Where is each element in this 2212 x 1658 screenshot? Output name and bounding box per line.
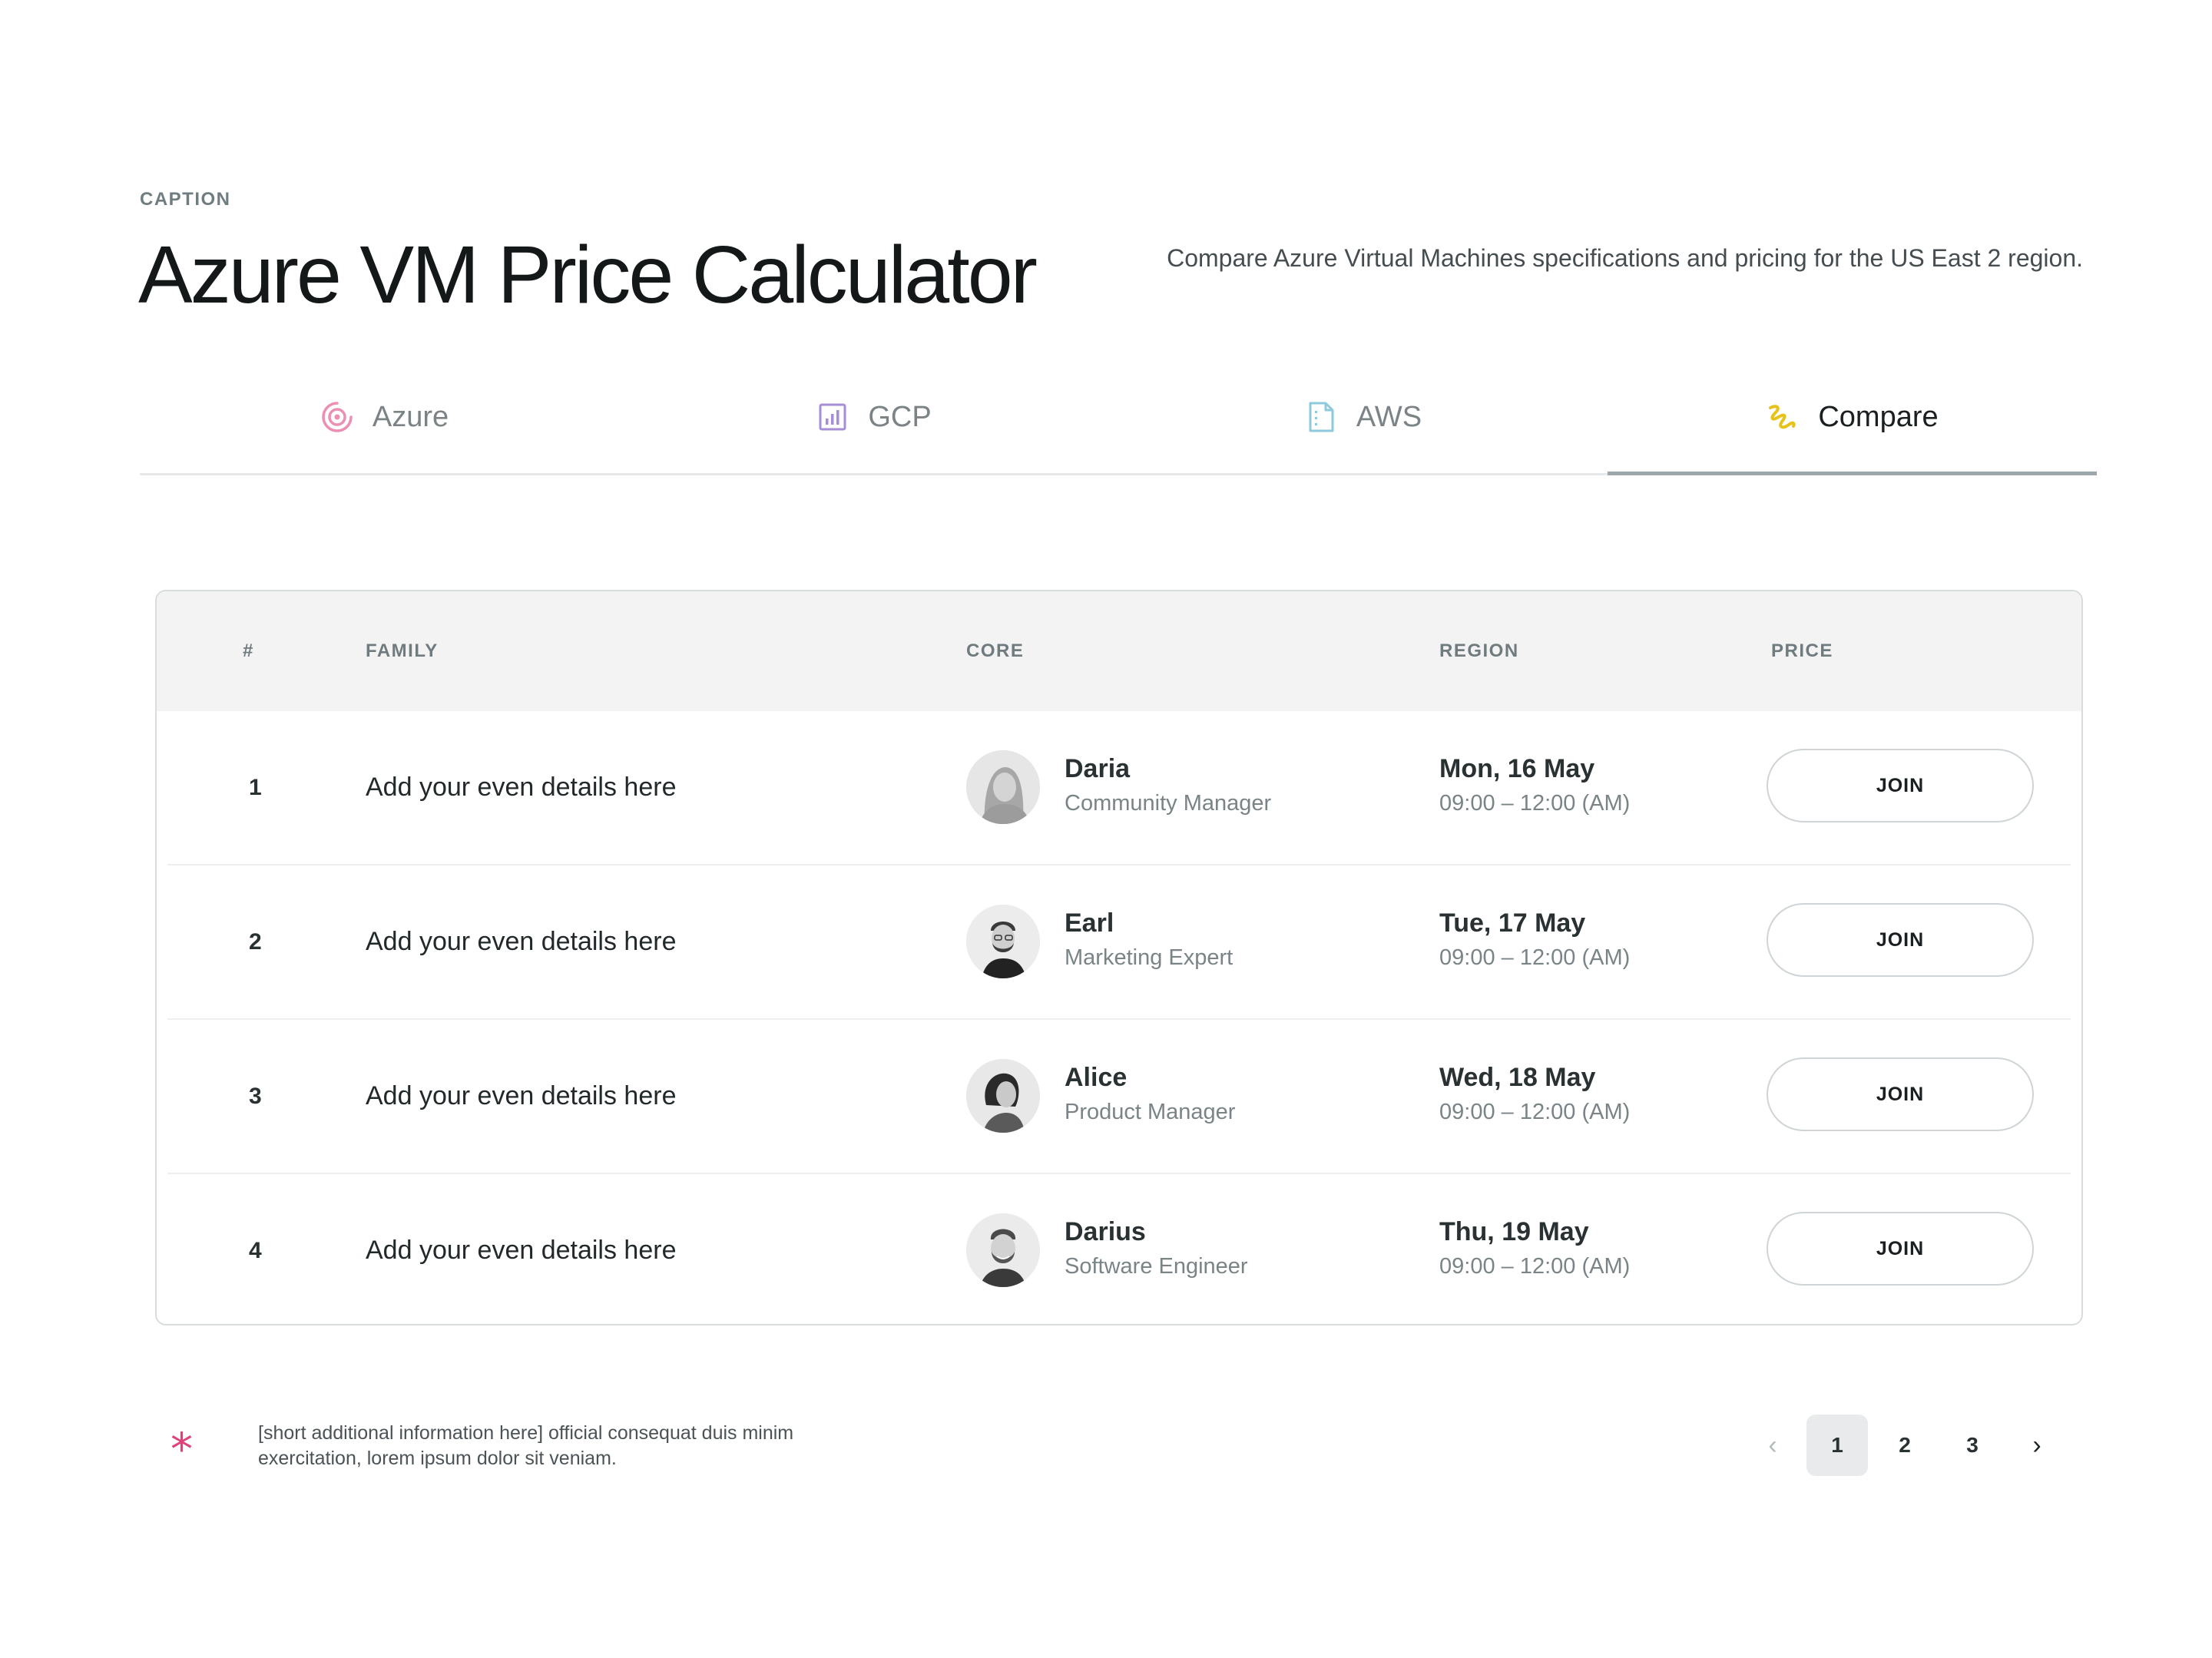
- target-icon: [320, 400, 354, 434]
- row-number: 3: [249, 1084, 262, 1109]
- table-row: 3 Add your even details here Alice Produ…: [167, 1020, 2071, 1174]
- column-header-core: CORE: [966, 640, 1025, 661]
- row-family: Add your even details here: [366, 1236, 677, 1265]
- caption: CAPTION: [140, 189, 231, 210]
- row-family: Add your even details here: [366, 1081, 677, 1110]
- row-family: Add your even details here: [366, 927, 677, 956]
- person-role: Community Manager: [1065, 791, 1272, 816]
- table-row: 4 Add your even details here Darius Soft…: [167, 1174, 2071, 1324]
- pagination: ‹ 1 2 3 ›: [1742, 1415, 2068, 1476]
- bar-chart-icon: [816, 400, 849, 434]
- person-name: Darius: [1065, 1217, 1146, 1246]
- column-header-price: PRICE: [1771, 640, 1833, 661]
- tab-gcp-label: GCP: [868, 400, 932, 433]
- page-button-3[interactable]: 3: [1942, 1415, 2003, 1476]
- person-name: Earl: [1065, 908, 1114, 938]
- join-button[interactable]: JOIN: [1767, 749, 2034, 822]
- event-time: 09:00 – 12:00 (AM): [1439, 1100, 1631, 1124]
- events-table: # FAMILY CORE REGION PRICE 1 Add your ev…: [155, 590, 2083, 1325]
- person-name: Daria: [1065, 754, 1131, 783]
- avatar: [966, 1213, 1040, 1287]
- next-page-button[interactable]: ›: [2006, 1415, 2068, 1476]
- event-time: 09:00 – 12:00 (AM): [1439, 945, 1631, 970]
- table-row: 1 Add your even details here Daria Commu…: [167, 711, 2071, 865]
- event-time: 09:00 – 12:00 (AM): [1439, 791, 1631, 816]
- person-role: Software Engineer: [1065, 1254, 1248, 1279]
- event-date: Tue, 17 May: [1439, 908, 1586, 938]
- avatar: [966, 750, 1040, 824]
- prev-page-button[interactable]: ‹: [1742, 1415, 1803, 1476]
- tab-compare-label: Compare: [1818, 400, 1939, 433]
- event-date: Thu, 19 May: [1439, 1217, 1589, 1246]
- page-button-1[interactable]: 1: [1806, 1415, 1868, 1476]
- tab-azure[interactable]: Azure: [140, 361, 629, 473]
- avatar: [966, 905, 1040, 978]
- asterisk-icon: *: [171, 1423, 193, 1475]
- row-family: Add your even details here: [366, 773, 677, 802]
- row-number: 2: [249, 929, 262, 955]
- tab-compare[interactable]: Compare: [1608, 361, 2097, 475]
- row-number: 4: [249, 1238, 262, 1263]
- tab-bar: Azure GCP AWS Compare: [140, 361, 2097, 475]
- column-header-family: FAMILY: [366, 640, 439, 661]
- join-button[interactable]: JOIN: [1767, 1212, 2034, 1286]
- document-icon: [1304, 400, 1338, 434]
- squiggle-icon: [1766, 400, 1800, 434]
- column-header-number: #: [243, 640, 254, 661]
- table-row: 2 Add your even details here Earl Market…: [167, 865, 2071, 1020]
- chevron-right-icon: ›: [2032, 1430, 2041, 1460]
- event-date: Wed, 18 May: [1439, 1063, 1596, 1092]
- footnote: [short additional information here] offi…: [258, 1422, 794, 1469]
- tab-azure-label: Azure: [372, 400, 449, 433]
- event-time: 09:00 – 12:00 (AM): [1439, 1254, 1631, 1279]
- avatar: [966, 1059, 1040, 1133]
- join-button[interactable]: JOIN: [1767, 903, 2034, 977]
- tab-aws[interactable]: AWS: [1118, 361, 1608, 473]
- table-header: # FAMILY CORE REGION PRICE: [157, 591, 2081, 711]
- page-title: Azure VM Price Calculator: [138, 230, 1038, 320]
- person-role: Product Manager: [1065, 1100, 1236, 1124]
- person-role: Marketing Expert: [1065, 945, 1233, 970]
- person-name: Alice: [1065, 1063, 1128, 1092]
- tab-aws-label: AWS: [1356, 400, 1422, 433]
- join-button[interactable]: JOIN: [1767, 1057, 2034, 1131]
- event-date: Mon, 16 May: [1439, 754, 1595, 783]
- chevron-left-icon: ‹: [1768, 1430, 1777, 1460]
- tab-gcp[interactable]: GCP: [629, 361, 1118, 473]
- column-header-region: REGION: [1439, 640, 1519, 661]
- page-button-2[interactable]: 2: [1874, 1415, 1936, 1476]
- row-number: 1: [249, 775, 262, 800]
- page-description: Compare Azure Virtual Machines specifica…: [1167, 244, 2083, 272]
